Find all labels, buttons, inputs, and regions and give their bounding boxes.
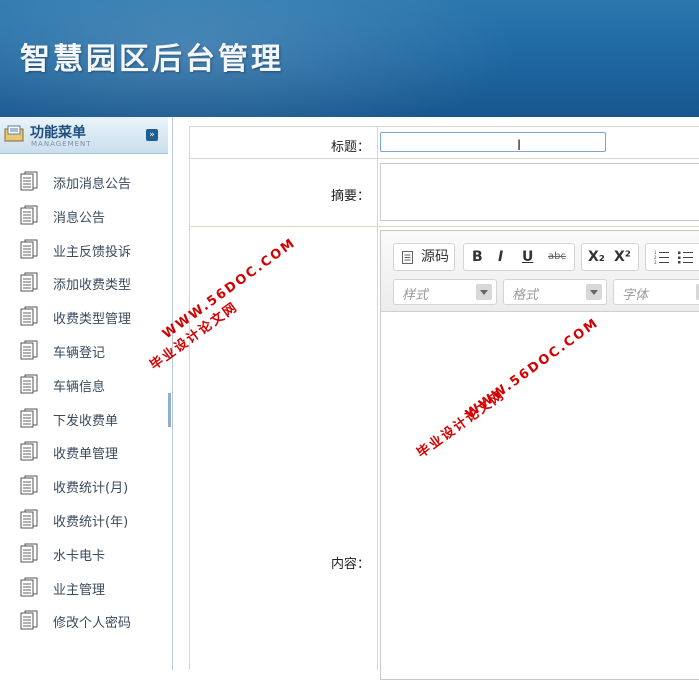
document-icon	[20, 239, 38, 259]
script-group: X₂ X²	[581, 243, 639, 271]
sidebar-item-label: 收费统计(月)	[53, 481, 129, 497]
list-group: 123	[645, 243, 699, 271]
sidebar-item-vehicle-register[interactable]: 车辆登记	[0, 336, 168, 370]
sidebar-item-water-electric-card[interactable]: 水卡电卡	[0, 539, 168, 573]
sidebar-item-stats-month[interactable]: 收费统计(月)	[0, 471, 168, 505]
header-banner: 智慧园区后台管理	[0, 0, 699, 117]
collapse-icon[interactable]: »	[146, 129, 158, 141]
sidebar-item-issue-bill[interactable]: 下发收费单	[0, 404, 168, 438]
sidebar-item-label: 收费统计(年)	[53, 514, 129, 530]
sidebar-item-change-password[interactable]: 修改个人密码	[0, 606, 168, 640]
document-icon	[20, 272, 38, 292]
title-label: 标题：	[330, 140, 370, 155]
sidebar-item-label: 收费类型管理	[53, 312, 132, 328]
svg-text:3: 3	[654, 260, 657, 264]
sidebar-item-add-fee-type[interactable]: 添加收费类型	[0, 268, 168, 302]
source-icon	[402, 251, 413, 264]
sidebar-item-owner-manage[interactable]: 业主管理	[0, 573, 168, 607]
sidebar-title: 功能菜单	[30, 125, 86, 141]
numbered-list-icon[interactable]: 123	[654, 250, 670, 264]
bulleted-list-icon[interactable]	[678, 250, 694, 264]
sidebar-header: 功能菜单 MANAGEMENT »	[0, 117, 168, 154]
text-style-group: B I U abc	[463, 243, 575, 271]
sidebar-menu: 添加消息公告 消息公告 业主反馈投诉 添加收费类型 收费类型管理 车辆登记 车辆…	[0, 167, 168, 640]
italic-button[interactable]: I	[498, 244, 503, 270]
format-placeholder: 格式	[512, 288, 539, 303]
document-icon	[20, 543, 38, 563]
superscript-button[interactable]: X²	[614, 244, 631, 270]
sidebar-item-feedback[interactable]: 业主反馈投诉	[0, 235, 168, 269]
sidebar-item-label: 车辆登记	[53, 345, 106, 361]
sidebar-item-label: 业主反馈投诉	[53, 244, 132, 260]
summary-textarea[interactable]	[380, 163, 699, 221]
text-cursor-icon: I	[517, 138, 522, 154]
document-icon	[20, 577, 38, 597]
sidebar-item-add-notice[interactable]: 添加消息公告	[0, 167, 168, 201]
strikethrough-button[interactable]: abc	[548, 244, 566, 270]
table-top-border	[189, 126, 699, 127]
sidebar-splitter[interactable]	[168, 393, 171, 427]
document-icon	[20, 475, 38, 495]
sidebar-item-fee-type-manage[interactable]: 收费类型管理	[0, 302, 168, 336]
sidebar-item-label: 下发收费单	[53, 413, 119, 429]
sidebar-item-label: 收费单管理	[53, 447, 119, 463]
font-dropdown[interactable]: 字体	[613, 279, 699, 305]
sidebar-item-label: 业主管理	[53, 582, 106, 598]
summary-label: 摘要：	[330, 189, 370, 204]
document-icon	[20, 205, 38, 225]
source-label: 源码	[421, 249, 449, 265]
subscript-button[interactable]: X₂	[588, 244, 605, 270]
document-icon	[20, 374, 38, 394]
sidebar-item-label: 添加收费类型	[53, 278, 132, 294]
styles-dropdown[interactable]: 样式	[393, 279, 497, 305]
document-icon	[20, 408, 38, 428]
content-label: 内容：	[330, 557, 370, 572]
editor-toolbar: 源码 B I U abc X₂ X² 123 样式 格式 字体	[381, 231, 699, 312]
sidebar-item-bill-manage[interactable]: 收费单管理	[0, 437, 168, 471]
row-divider	[189, 226, 699, 227]
format-dropdown[interactable]: 格式	[503, 279, 607, 305]
sidebar-item-vehicle-info[interactable]: 车辆信息	[0, 370, 168, 404]
chevron-down-icon	[586, 284, 602, 300]
chevron-down-icon	[476, 284, 492, 300]
document-icon	[20, 340, 38, 360]
sidebar-item-notices[interactable]: 消息公告	[0, 201, 168, 235]
title-input[interactable]	[380, 132, 606, 152]
app-title: 智慧园区后台管理	[20, 42, 284, 77]
document-icon	[20, 610, 38, 630]
document-icon	[20, 171, 38, 191]
sidebar-item-label: 修改个人密码	[53, 616, 132, 632]
document-icon	[20, 509, 38, 529]
sidebar-item-label: 水卡电卡	[53, 548, 106, 564]
document-icon	[20, 306, 38, 326]
row-divider	[189, 158, 699, 159]
watermark-url-1: WWW.56DOC.COM	[160, 235, 299, 343]
table-left-border	[189, 126, 190, 670]
sidebar: 功能菜单 MANAGEMENT » 添加消息公告 消息公告 业主反馈投诉 添加收…	[0, 117, 173, 670]
sidebar-subtitle: MANAGEMENT	[31, 140, 92, 148]
sidebar-item-label: 消息公告	[53, 210, 106, 226]
column-divider	[377, 126, 378, 670]
bold-button[interactable]: B	[472, 244, 483, 270]
font-placeholder: 字体	[622, 288, 649, 303]
sidebar-item-stats-year[interactable]: 收费统计(年)	[0, 505, 168, 539]
document-icon	[20, 441, 38, 461]
source-button[interactable]: 源码	[393, 243, 455, 271]
menu-folder-icon	[4, 125, 24, 142]
sidebar-item-label: 添加消息公告	[53, 177, 132, 192]
styles-placeholder: 样式	[402, 288, 429, 303]
sidebar-item-label: 车辆信息	[53, 379, 106, 395]
underline-button[interactable]: U	[522, 244, 533, 270]
